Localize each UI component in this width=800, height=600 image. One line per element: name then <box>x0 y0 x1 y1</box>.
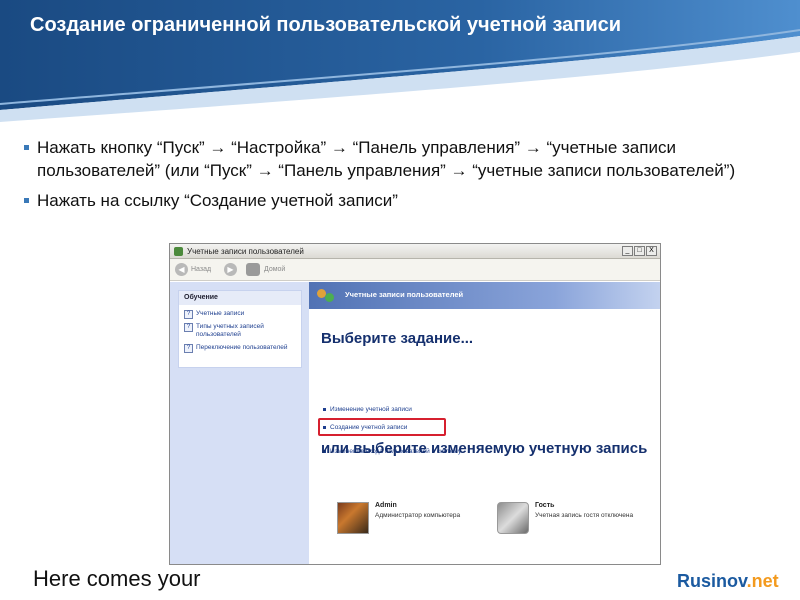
footer-placeholder-text: Here comes your <box>33 566 201 591</box>
learn-about-panel: Обучение ? Учетные записи ? Типы учетных… <box>178 290 302 368</box>
sidebar-item-label: Типы учетных записей пользователей <box>196 323 264 338</box>
brand-suffix: .net <box>746 571 779 591</box>
sidebar-item-user-accounts[interactable]: ? Учетные записи <box>179 310 301 319</box>
sidebar-item-account-types[interactable]: ? Типы учетных записей пользователей <box>179 323 301 339</box>
bullet-marker <box>24 145 29 150</box>
sidebar: Обучение ? Учетные записи ? Типы учетных… <box>170 282 309 564</box>
instruction-item: Нажать на ссылку “Создание учетной запис… <box>24 189 744 212</box>
window-controls: _ □ X <box>622 246 657 256</box>
help-icon: ? <box>184 344 193 353</box>
help-icon: ? <box>184 323 193 332</box>
window-toolbar: ◀ Назад ▶ Домой <box>170 259 660 281</box>
slide-title: Создание ограниченной пользовательской у… <box>30 14 622 36</box>
account-name: Гость <box>535 502 555 509</box>
brand-logo: Rusinov.net <box>677 571 779 592</box>
maximize-button[interactable]: □ <box>634 246 645 256</box>
sidebar-item-switching-users[interactable]: ? Переключение пользователей <box>179 344 301 353</box>
briefcase-avatar-icon <box>497 502 529 534</box>
banner-title: Учетные записи пользователей <box>345 290 464 299</box>
home-button-label[interactable]: Домой <box>264 266 285 273</box>
main-banner: Учетные записи пользователей <box>309 282 660 309</box>
instruction-text: Нажать кнопку “Пуск” → “Настройка” → “Па… <box>37 138 736 180</box>
home-icon[interactable] <box>246 263 260 276</box>
minimize-button[interactable]: _ <box>622 246 633 256</box>
sidebar-heading: Обучение <box>179 291 301 305</box>
slide-header: Создание ограниченной пользовательской у… <box>0 0 800 122</box>
instruction-text: Нажать на ссылку “Создание учетной запис… <box>37 191 398 210</box>
account-description: Администратор компьютера <box>375 512 461 519</box>
sidebar-item-label: Переключение пользователей <box>196 344 288 351</box>
main-panel: Учетные записи пользователей Выберите за… <box>309 282 660 564</box>
chess-avatar-icon <box>337 502 369 534</box>
account-heading: или выберите изменяемую учетную запись <box>321 440 648 457</box>
instruction-item: Нажать кнопку “Пуск” → “Настройка” → “Па… <box>24 136 744 182</box>
forward-arrow-icon[interactable]: ▶ <box>224 263 237 276</box>
create-account-highlight <box>318 418 446 436</box>
change-account-link[interactable]: Изменение учетной записи <box>323 406 412 413</box>
bullet-marker <box>24 198 29 203</box>
sidebar-item-label: Учетные записи <box>196 310 245 317</box>
brand-name: Rusinov <box>677 571 747 591</box>
window-title: Учетные записи пользователей <box>187 247 304 256</box>
bullet-icon <box>323 407 326 411</box>
window-titlebar[interactable]: Учетные записи пользователей _ □ X <box>170 244 660 259</box>
users-icon <box>317 287 335 304</box>
account-name: Admin <box>375 502 397 509</box>
close-button[interactable]: X <box>646 246 657 256</box>
help-icon: ? <box>184 310 193 319</box>
user-accounts-window: Учетные записи пользователей _ □ X ◀ Наз… <box>169 243 661 565</box>
task-link-label: Изменение учетной записи <box>330 406 412 413</box>
user-accounts-icon <box>174 247 183 256</box>
back-arrow-icon[interactable]: ◀ <box>175 263 188 276</box>
instruction-list: Нажать кнопку “Пуск” → “Настройка” → “Па… <box>24 136 744 219</box>
back-button-label[interactable]: Назад <box>191 266 211 273</box>
task-heading: Выберите задание... <box>321 330 474 347</box>
account-description: Учетная запись гостя отключена <box>535 512 634 519</box>
